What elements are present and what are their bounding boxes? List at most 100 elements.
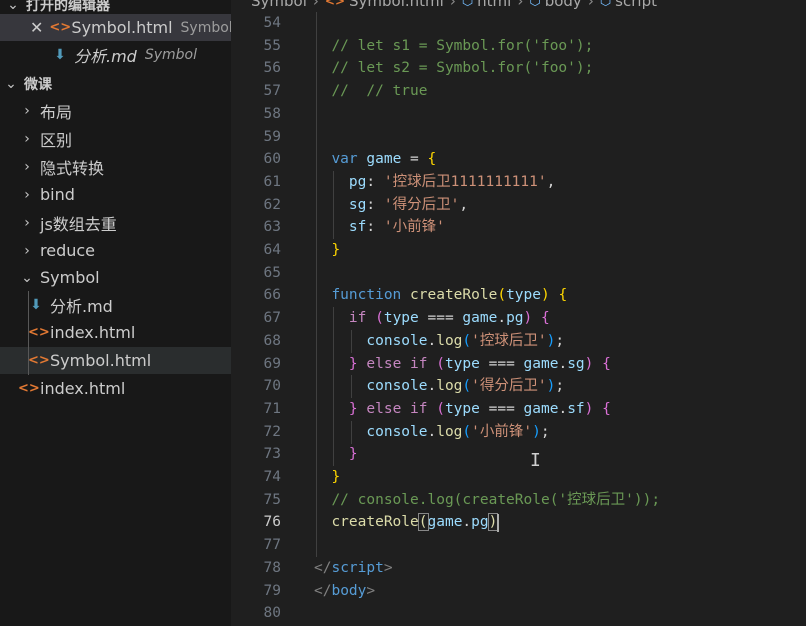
- code-text[interactable]: console.log('控球后卫');: [366, 330, 564, 353]
- code-line[interactable]: 55 // let s1 = Symbol.for('foo');: [231, 34, 806, 58]
- tree-folder[interactable]: › 区别: [0, 125, 231, 152]
- code-text[interactable]: }: [331, 466, 340, 489]
- tree-folder[interactable]: › reduce: [0, 237, 231, 264]
- code-line[interactable]: 71} else if (type === game.sf) {: [231, 397, 806, 421]
- line-number: 70: [263, 378, 281, 395]
- code-text[interactable]: sf: '小前锋': [349, 216, 445, 239]
- tree-file[interactable]: <> index.html: [0, 319, 231, 346]
- code-text[interactable]: // console.log(createRole('控球后卫'));: [331, 489, 660, 512]
- code-line[interactable]: 56 // let s2 = Symbol.for('foo');: [231, 57, 806, 81]
- tree-file[interactable]: <> Symbol.html: [0, 347, 231, 374]
- breadcrumb-item[interactable]: body: [545, 0, 582, 10]
- code-text[interactable]: sg: '得分后卫',: [349, 194, 468, 217]
- code-line[interactable]: 57 // // true: [231, 80, 806, 104]
- code-line[interactable]: 65: [231, 261, 806, 285]
- code-text[interactable]: console.log('得分后卫');: [366, 375, 564, 398]
- code-token: (: [462, 378, 472, 395]
- code-line[interactable]: 58: [231, 102, 806, 126]
- code-line[interactable]: 75 // console.log(createRole('控球后卫'));: [231, 488, 806, 512]
- code-token: ===: [479, 355, 524, 372]
- code-text[interactable]: var game = {: [331, 148, 436, 171]
- open-editor-item[interactable]: ✕ <> Symbol.html Symbol: [0, 14, 231, 41]
- code-text[interactable]: // let s2 = Symbol.for('foo');: [331, 57, 593, 80]
- code-line[interactable]: 68 console.log('控球后卫');: [231, 329, 806, 353]
- code-text[interactable]: // let s1 = Symbol.for('foo');: [331, 35, 593, 58]
- line-number: 59: [263, 128, 281, 145]
- tree-folder[interactable]: ⌄ Symbol: [0, 264, 231, 291]
- chevron-right-icon: ›: [24, 158, 30, 175]
- indent-guide: [316, 239, 317, 262]
- indent-guide: [316, 307, 317, 331]
- breadcrumb: Symbol › <> Symbol.html › ⬡ html › ⬡ body › ⬡ script: [231, 0, 806, 10]
- code-token: ===: [418, 310, 463, 327]
- open-editor-item[interactable]: ⬇ 分析.md Symbol: [0, 41, 231, 68]
- breadcrumb-item[interactable]: script: [615, 0, 657, 10]
- code-token: else if: [366, 400, 428, 417]
- open-editors-title: 打开的编辑器: [26, 0, 110, 14]
- tree-folder[interactable]: › 隐式转换: [0, 153, 231, 180]
- code-text[interactable]: if (type === game.pg) {: [349, 307, 550, 330]
- code-line[interactable]: 76 createRole(game.pg): [231, 511, 806, 535]
- code-text[interactable]: } else if (type === game.sf) {: [349, 398, 611, 421]
- code-text[interactable]: // // true: [331, 80, 427, 103]
- tree-folder[interactable]: › 布局: [0, 97, 231, 124]
- code-token: .: [462, 514, 472, 531]
- breadcrumb-item[interactable]: html: [477, 0, 511, 10]
- code-token: ,: [546, 173, 556, 190]
- code-token: (: [462, 332, 472, 349]
- code-line[interactable]: 78 </script>: [231, 557, 806, 580]
- code-line[interactable]: 61 pg: '控球后卫1111111111',: [231, 170, 806, 194]
- breadcrumb-item[interactable]: Symbol: [251, 0, 307, 10]
- code-line[interactable]: 73}: [231, 443, 806, 467]
- code-token: (: [436, 400, 445, 417]
- code-line[interactable]: 59: [231, 125, 806, 149]
- code-token: .: [427, 332, 437, 349]
- close-icon[interactable]: ✕: [30, 18, 43, 37]
- code-editor[interactable]: Symbol › <> Symbol.html › ⬡ html › ⬡ body › ⬡ script…: [231, 0, 806, 626]
- code-line[interactable]: 60 var game = {: [231, 148, 806, 172]
- code-line[interactable]: 67 if (type === game.pg) {: [231, 307, 806, 331]
- code-text[interactable]: createRole(game.pg): [331, 511, 499, 534]
- code-token: >: [383, 559, 393, 576]
- code-line[interactable]: 70 console.log('得分后卫');: [231, 375, 806, 399]
- code-text[interactable]: </script>: [314, 557, 393, 580]
- code-line[interactable]: 64}: [231, 239, 806, 262]
- code-token: '得分后卫': [471, 378, 547, 395]
- chevron-down-icon: ⌄: [5, 75, 17, 92]
- code-token: }: [331, 242, 341, 258]
- code-line[interactable]: 77: [231, 534, 806, 558]
- code-line[interactable]: 66 function createRole(type) {: [231, 284, 806, 308]
- tree-folder[interactable]: › bind: [0, 181, 231, 208]
- code-token: createRole: [410, 287, 498, 304]
- code-text[interactable]: function createRole(type) {: [331, 284, 567, 307]
- code-line[interactable]: 63 sf: '小前锋': [231, 216, 806, 240]
- code-line[interactable]: 79 </body>: [231, 580, 806, 603]
- code-text[interactable]: console.log('小前锋');: [366, 421, 549, 444]
- tree-file[interactable]: ⬇ 分析.md: [0, 291, 231, 318]
- code-line[interactable]: 62 sg: '得分后卫',: [231, 193, 806, 217]
- tree-file[interactable]: <> index.html: [0, 375, 231, 402]
- code-line[interactable]: 80: [231, 602, 806, 625]
- indent-guide: [316, 12, 317, 35]
- code-text[interactable]: }: [349, 443, 358, 466]
- indent-guide: [316, 216, 317, 240]
- html-file-icon: <>: [324, 0, 345, 8]
- code-line[interactable]: 74}: [231, 466, 806, 489]
- code-line[interactable]: 72 console.log('小前锋');: [231, 420, 806, 444]
- open-editor-folder: Symbol: [180, 19, 231, 36]
- code-text[interactable]: }: [331, 239, 340, 262]
- code-line[interactable]: 69} else if (type === game.sg) {: [231, 352, 806, 376]
- line-number: 65: [263, 264, 281, 281]
- workspace-header[interactable]: ⌄ 微课: [0, 70, 231, 97]
- code-text[interactable]: } else if (type === game.sg) {: [349, 353, 611, 376]
- code-text[interactable]: pg: '控球后卫1111111111',: [349, 171, 555, 194]
- line-number: 67: [263, 310, 281, 327]
- code-token: {: [427, 151, 437, 168]
- code-token: '小前锋': [383, 219, 445, 236]
- tree-folder[interactable]: › js数组去重: [0, 209, 231, 236]
- markdown-file-icon: ⬇: [30, 296, 42, 313]
- code-line[interactable]: 54: [231, 12, 806, 35]
- code-text[interactable]: </body>: [314, 580, 375, 603]
- code-token: // // true: [331, 83, 428, 100]
- breadcrumb-item[interactable]: Symbol.html: [349, 0, 444, 10]
